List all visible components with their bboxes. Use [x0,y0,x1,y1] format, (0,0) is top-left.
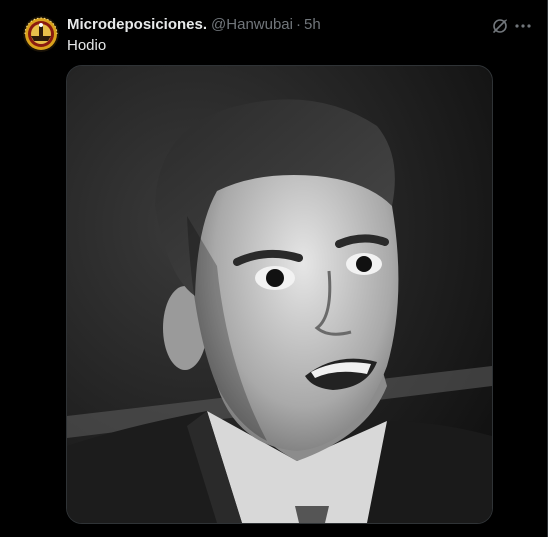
avatar[interactable] [23,16,59,52]
author-display-name[interactable]: Microdeposiciones. [67,16,207,34]
more-horizontal-icon [515,24,531,28]
tweet-timestamp[interactable]: 5h [304,16,321,34]
tweet-photo[interactable] [66,65,493,524]
tweet[interactable]: Microdeposiciones. @Hanwubai · 5h Hodio [0,0,548,537]
tweet-text: Hodio [67,37,107,54]
author-handle[interactable]: @Hanwubai [211,16,293,34]
header-separator: · [295,16,301,33]
grok-button[interactable] [489,15,511,37]
grok-icon [493,17,508,33]
more-options-button[interactable] [511,15,535,37]
avatar-emblem-icon [23,16,59,52]
photo-image [67,66,492,523]
tweet-header: Microdeposiciones. @Hanwubai · 5h [67,16,321,34]
